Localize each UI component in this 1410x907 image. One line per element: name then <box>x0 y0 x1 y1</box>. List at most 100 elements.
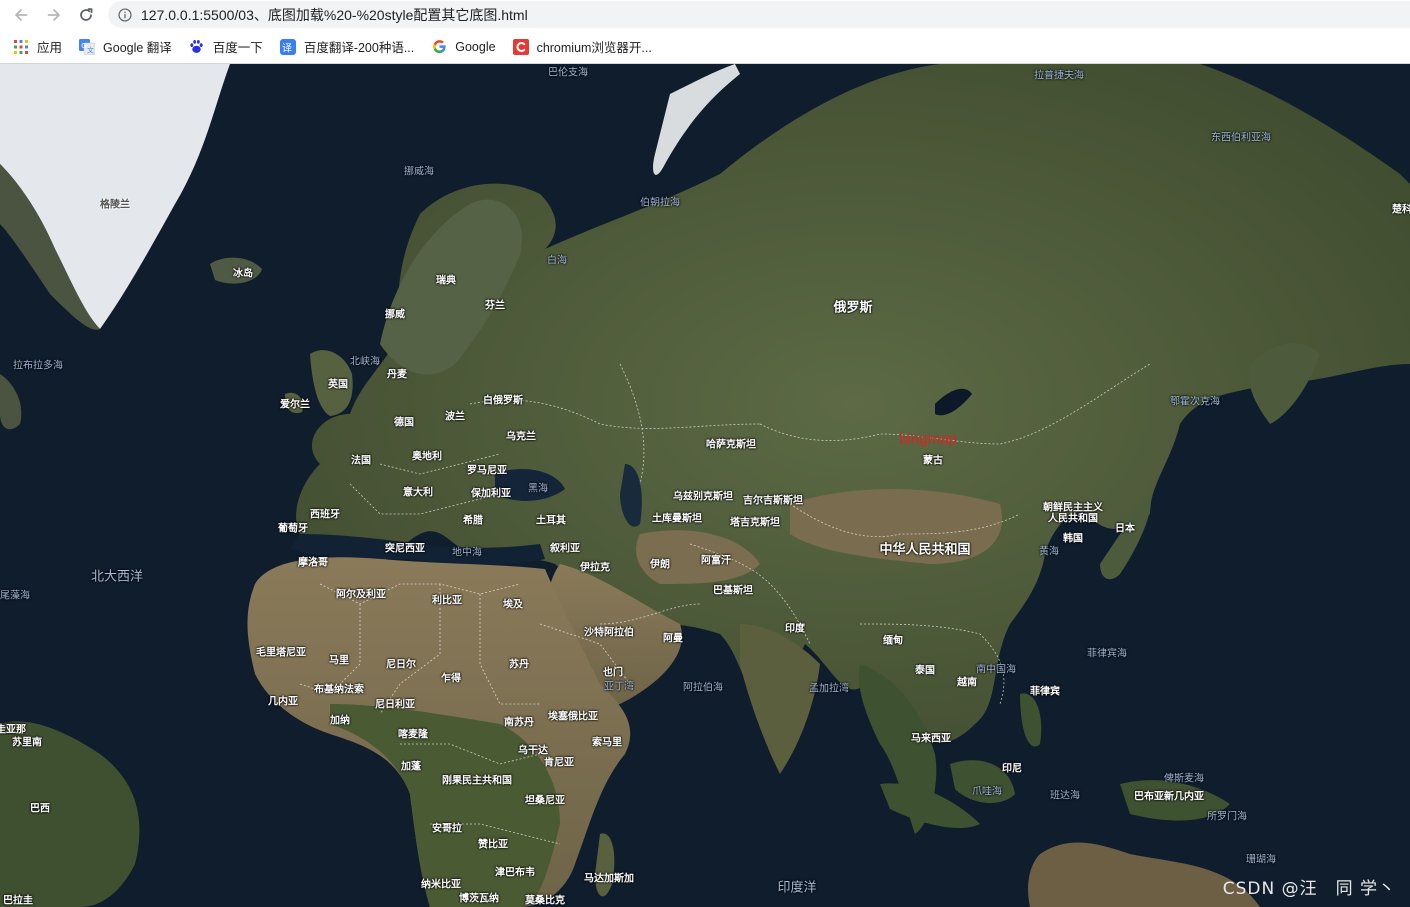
google-g-icon <box>431 39 447 55</box>
map-label: 阿富汗 <box>701 555 731 567</box>
map-label: 希腊 <box>463 515 483 527</box>
map-label: 黑海 <box>528 483 548 495</box>
arrow-left-icon <box>15 9 28 21</box>
map-label: 格陵兰 <box>100 199 130 211</box>
map-label: 突尼西亚 <box>385 543 425 555</box>
map-label: 菲律宾海 <box>1087 648 1127 660</box>
map-label: 巴拉圭 <box>3 895 33 907</box>
map-label: 珊瑚海 <box>1246 854 1276 866</box>
map-label: 拉普捷夫海 <box>1034 70 1084 82</box>
bookmark-apps[interactable]: 应用 <box>13 37 62 56</box>
map-label: 爪哇海 <box>972 786 1002 798</box>
map-label: 也门 <box>603 667 623 679</box>
bingmap-watermark: bingmap <box>899 430 957 448</box>
reload-button[interactable] <box>75 4 97 26</box>
map-label: 地中海 <box>452 547 482 559</box>
bookmark-label: 百度翻译-200种语... <box>303 41 415 55</box>
svg-text:G: G <box>81 42 86 50</box>
chromium-c-icon <box>512 38 529 55</box>
map-label: 泰国 <box>915 665 935 677</box>
map-label: 加纳 <box>330 715 350 727</box>
map-label: 阿尔及利亚 <box>336 589 386 601</box>
map-label: 马里 <box>329 655 349 667</box>
bookmark-google-translate[interactable]: G文 Google 翻译 <box>79 37 172 56</box>
map-label: 中华人民共和国 <box>879 541 971 557</box>
bookmark-label: Google <box>455 39 496 54</box>
reload-icon <box>80 8 93 21</box>
bookmark-label: 应用 <box>37 41 63 55</box>
browser-toolbar: 127.0.0.1:5500/03、底图加载%20-%20style配置其它底图… <box>0 0 1410 30</box>
url-text[interactable]: 127.0.0.1:5500/03、底图加载%20-%20style配置其它底图… <box>141 5 528 25</box>
bookmark-label: Google 翻译 <box>103 41 172 55</box>
map-label: 布基纳法索 <box>314 684 364 696</box>
bookmarks-bar: 应用 G文 Google 翻译 百度一下 译 百度翻译-200种语... Goo… <box>0 30 1410 64</box>
map-label: 土库曼斯坦 <box>652 513 702 525</box>
map-label: 印度 <box>785 623 805 635</box>
map-label: 孟加拉湾 <box>809 683 849 695</box>
map-label: 伊朗 <box>650 559 670 571</box>
back-button[interactable] <box>10 4 32 26</box>
map-label: 乌兹别克斯坦 <box>673 491 733 503</box>
map-label: 安哥拉 <box>432 823 462 835</box>
map-label: 巴布亚新几内亚 <box>1134 791 1204 803</box>
map-label: 肯尼亚 <box>544 757 574 769</box>
bookmark-baidu-translate[interactable]: 译 百度翻译-200种语... <box>279 37 415 56</box>
arrow-right-icon <box>47 9 60 21</box>
google-translate-icon: G文 <box>79 38 96 55</box>
map-label: 俾斯麦海 <box>1164 773 1204 785</box>
map-label: 乌克兰 <box>506 431 536 443</box>
map-label: 坦桑尼亚 <box>525 795 565 807</box>
map-label: 罗马尼亚 <box>467 465 507 477</box>
map-label: 刚果民主共和国 <box>442 775 512 787</box>
bookmark-label: chromium浏览器开... <box>536 41 652 55</box>
map-label: 所罗门海 <box>1207 811 1247 823</box>
map-label: 津巴布韦 <box>495 867 535 879</box>
bookmark-baidu[interactable]: 百度一下 <box>189 37 263 56</box>
map-label: 苏丹 <box>509 659 529 671</box>
map-label: 毛里塔尼亚 <box>256 647 306 659</box>
map-label: 利比亚 <box>432 595 462 607</box>
svg-text:译: 译 <box>282 42 292 54</box>
bookmark-google[interactable]: Google <box>431 39 496 55</box>
map-label: 尼日尔 <box>386 659 416 671</box>
baidu-paw-icon <box>189 39 205 55</box>
map-label: 越南 <box>957 677 977 689</box>
map-label: 阿拉伯海 <box>683 682 723 694</box>
info-icon[interactable] <box>118 7 132 22</box>
bookmark-chromium[interactable]: chromium浏览器开... <box>512 37 652 56</box>
map-label: 英国 <box>328 379 348 391</box>
map-label: 东西伯利亚海 <box>1211 132 1271 144</box>
map-label: 塔吉克斯坦 <box>730 517 780 529</box>
map-label: 巴西 <box>30 803 50 815</box>
map-label: 赞比亚 <box>478 839 508 851</box>
svg-text:文: 文 <box>87 45 94 54</box>
map-label: 爱尔兰 <box>280 399 310 411</box>
map-label: 白俄罗斯 <box>483 395 523 407</box>
map-label: 马达加斯加 <box>584 873 634 885</box>
map-label: 黄海 <box>1039 546 1059 558</box>
map-label: 菲律宾 <box>1030 686 1060 698</box>
map-label: 拉布拉多海 <box>13 360 63 372</box>
map-label: 南中国海 <box>976 664 1016 676</box>
map-label: 挪威 <box>385 309 405 321</box>
map-label: 德国 <box>394 417 414 429</box>
map-label: 加蓬 <box>401 761 421 773</box>
map-label: 埃及 <box>503 599 523 611</box>
address-bar[interactable]: 127.0.0.1:5500/03、底图加载%20-%20style配置其它底图… <box>108 1 1410 28</box>
map-label: 伯朝拉海 <box>640 197 680 209</box>
forward-button[interactable] <box>43 4 65 26</box>
map-label: 叙利亚 <box>550 543 580 555</box>
map-label: 波兰 <box>445 411 465 423</box>
map-label: 沙特阿拉伯 <box>584 627 634 639</box>
map-label: 巴基斯坦 <box>713 585 753 597</box>
map-label: 葡萄牙 <box>278 523 308 535</box>
csdn-credit: CSDN @汪 同 学丶 <box>1222 879 1396 899</box>
map-label: 摩洛哥 <box>298 557 328 569</box>
map-label: 鄂霍次克海 <box>1170 396 1220 408</box>
map-label: 印尼 <box>1002 763 1022 775</box>
map-label: 印度洋 <box>777 879 817 895</box>
baidu-translate-icon: 译 <box>279 38 296 55</box>
map-label: 马来西亚 <box>911 733 951 745</box>
map-viewport[interactable]: 巴伦支海 拉普捷夫海 东西伯利亚海 楚科 格陵兰 挪威海 伯朝拉海 白海 冰岛 … <box>0 64 1410 907</box>
map-label: 冰岛 <box>233 268 253 280</box>
